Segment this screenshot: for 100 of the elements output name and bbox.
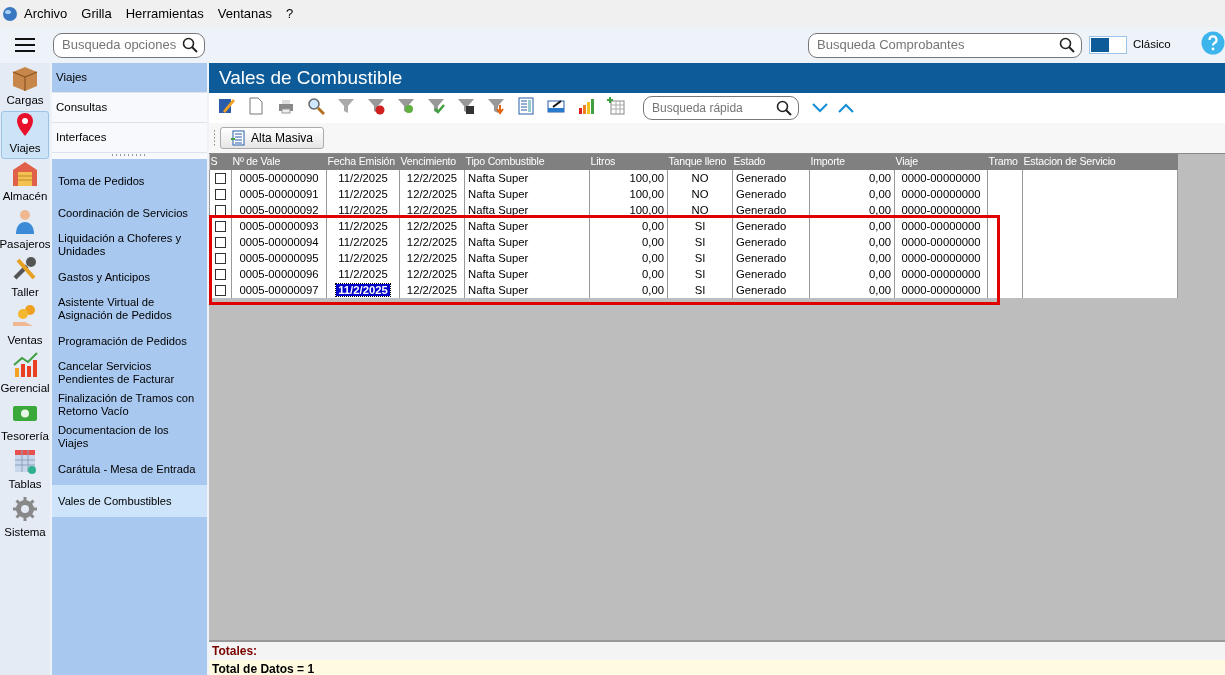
rail-item[interactable]: Cargas bbox=[1, 63, 49, 111]
filter-check-icon[interactable] bbox=[427, 96, 445, 115]
menu-item[interactable]: Ventanas bbox=[211, 3, 280, 24]
column-header[interactable]: Tramo bbox=[987, 154, 1023, 170]
search-input[interactable]: Busqueda opciones bbox=[60, 34, 182, 56]
checkbox[interactable] bbox=[215, 173, 226, 184]
table-cell: NO bbox=[691, 187, 709, 200]
table-cell: 12/2/2025 bbox=[406, 219, 458, 232]
column-header[interactable]: Nº de Vale bbox=[231, 154, 327, 170]
submenu-item[interactable]: Vales de Combustibles bbox=[52, 485, 207, 517]
column-header[interactable]: Tanque lleno bbox=[667, 154, 733, 170]
submenu-item[interactable]: Finalización de Tramos con Retorno Vacío bbox=[52, 389, 207, 421]
search-input[interactable]: Busqueda rápida bbox=[650, 98, 776, 118]
submenu-item[interactable]: Asistente Virtual de Asignación de Pedidos bbox=[52, 293, 207, 325]
table-cell: 0000-00000000 bbox=[901, 283, 981, 296]
edit-icon[interactable] bbox=[217, 96, 235, 115]
search-input[interactable]: Busqueda Comprobantes bbox=[815, 34, 1059, 56]
nav-section[interactable]: Interfaces bbox=[52, 123, 207, 153]
column-header[interactable]: Importe bbox=[809, 154, 895, 170]
table-cell: 0005-00000094 bbox=[239, 235, 319, 248]
toggle-label: Clásico bbox=[1133, 37, 1172, 53]
checkbox[interactable] bbox=[215, 189, 226, 200]
rail-item[interactable]: Almacén bbox=[1, 159, 49, 207]
filter-save-icon[interactable] bbox=[457, 96, 475, 115]
rail-item[interactable]: Taller bbox=[1, 255, 49, 303]
checkbox[interactable] bbox=[215, 237, 226, 248]
checkbox[interactable] bbox=[215, 285, 226, 296]
column-header[interactable]: Viaje bbox=[894, 154, 988, 170]
menu-item[interactable]: Herramientas bbox=[119, 3, 212, 24]
column-header[interactable]: Tipo Combustible bbox=[464, 154, 590, 170]
window-title: Vales de Combustible bbox=[209, 63, 1225, 93]
column-header[interactable]: Fecha Emisión bbox=[326, 154, 400, 170]
table-cell: 12/2/2025 bbox=[406, 187, 458, 200]
submenu-item[interactable]: Programación de Pedidos bbox=[52, 325, 207, 357]
table-cell: 100,00 bbox=[629, 187, 664, 200]
chevron-up-icon[interactable] bbox=[837, 102, 855, 114]
table-cell: 0,00 bbox=[869, 283, 891, 296]
chevron-down-icon[interactable] bbox=[811, 102, 829, 114]
table-cell: 11/2/2025 bbox=[336, 283, 390, 296]
checkbox[interactable] bbox=[215, 221, 226, 232]
menu-item[interactable]: Grilla bbox=[75, 3, 120, 24]
table-cell: Generado bbox=[736, 219, 787, 232]
menu-item[interactable]: ? bbox=[279, 3, 302, 24]
table-cell: 11/2/2025 bbox=[338, 203, 388, 216]
filter-download-icon[interactable] bbox=[487, 96, 505, 115]
table-cell: 0005-00000096 bbox=[239, 267, 319, 280]
column-header[interactable]: Estacion de Servicio bbox=[1022, 154, 1178, 170]
table-cell: 0005-00000095 bbox=[239, 251, 319, 264]
table-cell: 0,00 bbox=[869, 171, 891, 184]
rail-item[interactable]: Tesorería bbox=[1, 399, 49, 447]
table-cell: NO bbox=[691, 171, 709, 184]
submenu-item[interactable]: Gastos y Anticipos bbox=[52, 261, 207, 293]
table-cell: 0000-00000000 bbox=[901, 203, 981, 216]
search-icon[interactable] bbox=[1059, 37, 1075, 53]
submenu-item[interactable]: Coordinación de Servicios bbox=[52, 197, 207, 229]
table-cell: 12/2/2025 bbox=[406, 235, 458, 248]
search-icon[interactable] bbox=[776, 100, 792, 116]
table-cell: 0,00 bbox=[869, 203, 891, 216]
column-header[interactable]: S bbox=[209, 154, 232, 170]
filter-remove-icon[interactable] bbox=[367, 96, 385, 115]
search-field[interactable]: Busqueda opciones bbox=[53, 32, 205, 58]
table-cell: SI bbox=[694, 283, 706, 296]
rail-item[interactable]: Gerencial bbox=[1, 351, 49, 399]
table-cell: 0000-00000000 bbox=[901, 187, 981, 200]
rail-item[interactable]: Ventas bbox=[1, 303, 49, 351]
table-cell: Generado bbox=[736, 251, 787, 264]
submenu-item[interactable]: Cancelar Servicios Pendientes de Facturar bbox=[52, 357, 207, 389]
table-cell: SI bbox=[694, 251, 706, 264]
bar-chart-icon[interactable] bbox=[577, 96, 595, 115]
menu-icon[interactable] bbox=[15, 37, 35, 53]
checkbox[interactable] bbox=[215, 205, 226, 216]
column-header[interactable]: Litros bbox=[589, 154, 668, 170]
action-button[interactable]: Alta Masiva bbox=[220, 127, 325, 149]
column-header[interactable]: Vencimiento bbox=[399, 154, 465, 170]
rail-item[interactable]: Tablas bbox=[1, 447, 49, 495]
submenu-item[interactable]: Toma de Pedidos bbox=[52, 165, 207, 197]
toolbar-grip-icon bbox=[213, 130, 216, 146]
rail-item[interactable]: Sistema bbox=[1, 495, 49, 543]
table-cell: 11/2/2025 bbox=[338, 251, 388, 264]
rail-item[interactable]: Pasajeros bbox=[1, 207, 49, 255]
submenu-item[interactable]: Documentacion de los Viajes bbox=[52, 421, 207, 453]
checkbox[interactable] bbox=[215, 253, 226, 264]
table-cell: 11/2/2025 bbox=[338, 171, 388, 184]
search-field[interactable]: Busqueda rápida bbox=[643, 96, 799, 120]
submenu-item[interactable]: Liquidación a Choferes y Unidades bbox=[52, 229, 207, 261]
nav-section[interactable]: Consultas bbox=[52, 93, 207, 123]
filter-icon[interactable] bbox=[397, 96, 415, 115]
table-cell: 100,00 bbox=[629, 171, 664, 184]
table-cell: Nafta Super bbox=[468, 171, 529, 184]
search-field[interactable]: Busqueda Comprobantes bbox=[808, 32, 1082, 58]
column-header[interactable]: Estado bbox=[732, 154, 810, 170]
search-icon[interactable] bbox=[182, 37, 198, 53]
toggle-switch[interactable] bbox=[1089, 36, 1127, 54]
checkbox[interactable] bbox=[215, 269, 226, 280]
globe-icon bbox=[2, 5, 18, 22]
rail-item[interactable]: Viajes bbox=[1, 111, 49, 159]
add-table-icon[interactable] bbox=[607, 96, 625, 115]
submenu-item[interactable]: Carátula - Mesa de Entrada bbox=[52, 453, 207, 485]
table-cell: 11/2/2025 bbox=[338, 267, 388, 280]
menu-item[interactable]: Archivo bbox=[18, 3, 76, 24]
